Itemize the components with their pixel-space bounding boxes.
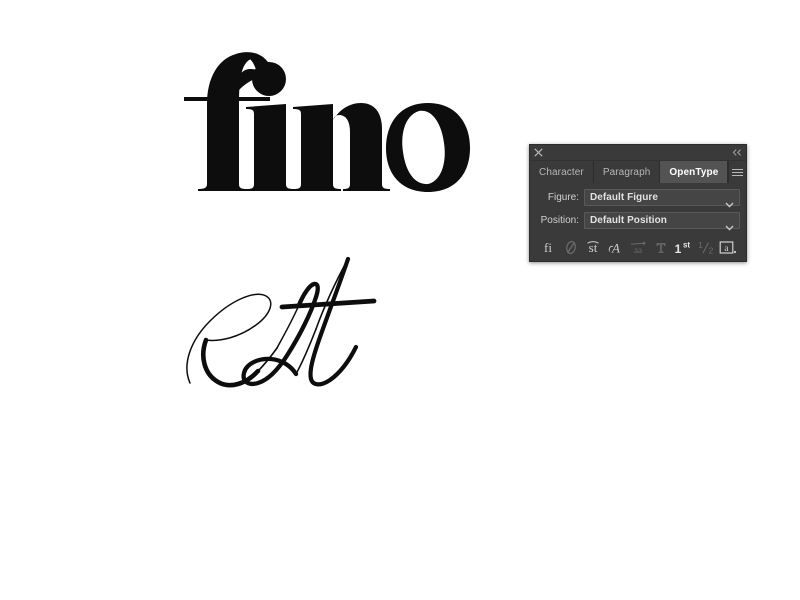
svg-text:1: 1	[698, 240, 703, 250]
figure-label: Figure:	[547, 192, 579, 203]
panel-titlebar[interactable]	[530, 145, 746, 161]
ordinals-button[interactable]: 1 st	[672, 237, 694, 257]
opentype-feature-row[interactable]: fi st A aa T 1 st 1 2 a	[536, 235, 740, 258]
titling-alternates-button[interactable]: T	[650, 237, 672, 257]
svg-text:1: 1	[675, 242, 682, 256]
artwork-fino-specimen	[170, 42, 470, 212]
figure-select-value: Default Figure	[590, 192, 658, 203]
double-chevron-left-icon[interactable]	[732, 148, 742, 157]
stylistic-alternates-icon: a	[719, 240, 737, 254]
svg-text:T: T	[656, 241, 665, 256]
tab-paragraph[interactable]: Paragraph	[593, 161, 661, 183]
hamburger-menu-icon[interactable]	[729, 161, 746, 183]
swash-button[interactable]: A	[605, 237, 627, 257]
discretionary-ligatures-button[interactable]: st	[582, 237, 604, 257]
stylistic-alternates-button[interactable]: a	[717, 237, 739, 257]
svg-text:2: 2	[708, 245, 713, 255]
tab-character[interactable]: Character	[530, 161, 594, 183]
artwork-est-specimen	[178, 243, 408, 408]
oldstyle-button[interactable]: aa	[627, 237, 649, 257]
position-row: Position: Default Position	[536, 212, 740, 231]
panel-tab-strip[interactable]: Character Paragraph OpenType	[530, 161, 746, 183]
oldstyle-aa-icon: aa	[630, 240, 646, 255]
position-select[interactable]: Default Position	[584, 212, 740, 231]
st-ligature-icon: st	[587, 240, 599, 255]
svg-text:A: A	[611, 240, 620, 255]
figure-row: Figure: Default Figure	[536, 189, 740, 208]
close-icon[interactable]	[534, 148, 543, 157]
svg-text:fi: fi	[544, 240, 552, 255]
position-label: Position:	[540, 215, 579, 226]
swash-a-icon: A	[608, 240, 620, 255]
position-select-value: Default Position	[590, 215, 667, 226]
chevron-down-icon	[725, 218, 734, 231]
contextual-alternates-button[interactable]	[560, 237, 582, 257]
slashed-zero-icon	[565, 240, 576, 254]
fraction-half-icon: 1 2	[698, 240, 714, 256]
ordinals-1st-icon: 1 st	[675, 240, 691, 256]
panel-body: Figure: Default Figure Position: Default…	[530, 183, 746, 258]
fractions-button[interactable]: 1 2	[695, 237, 717, 257]
artboard-canvas	[0, 0, 800, 600]
titling-t-icon: T	[656, 241, 666, 256]
svg-text:aa: aa	[634, 245, 642, 255]
standard-ligatures-button[interactable]: fi	[537, 237, 559, 257]
fi-ligature-icon: fi	[544, 240, 552, 255]
opentype-panel[interactable]: Character Paragraph OpenType Figure: Def…	[529, 144, 747, 262]
hamburger-lines	[732, 167, 744, 178]
svg-text:st: st	[683, 240, 690, 249]
figure-select[interactable]: Default Figure	[584, 189, 740, 208]
chevron-down-icon	[725, 195, 734, 208]
tab-opentype[interactable]: OpenType	[660, 161, 729, 183]
